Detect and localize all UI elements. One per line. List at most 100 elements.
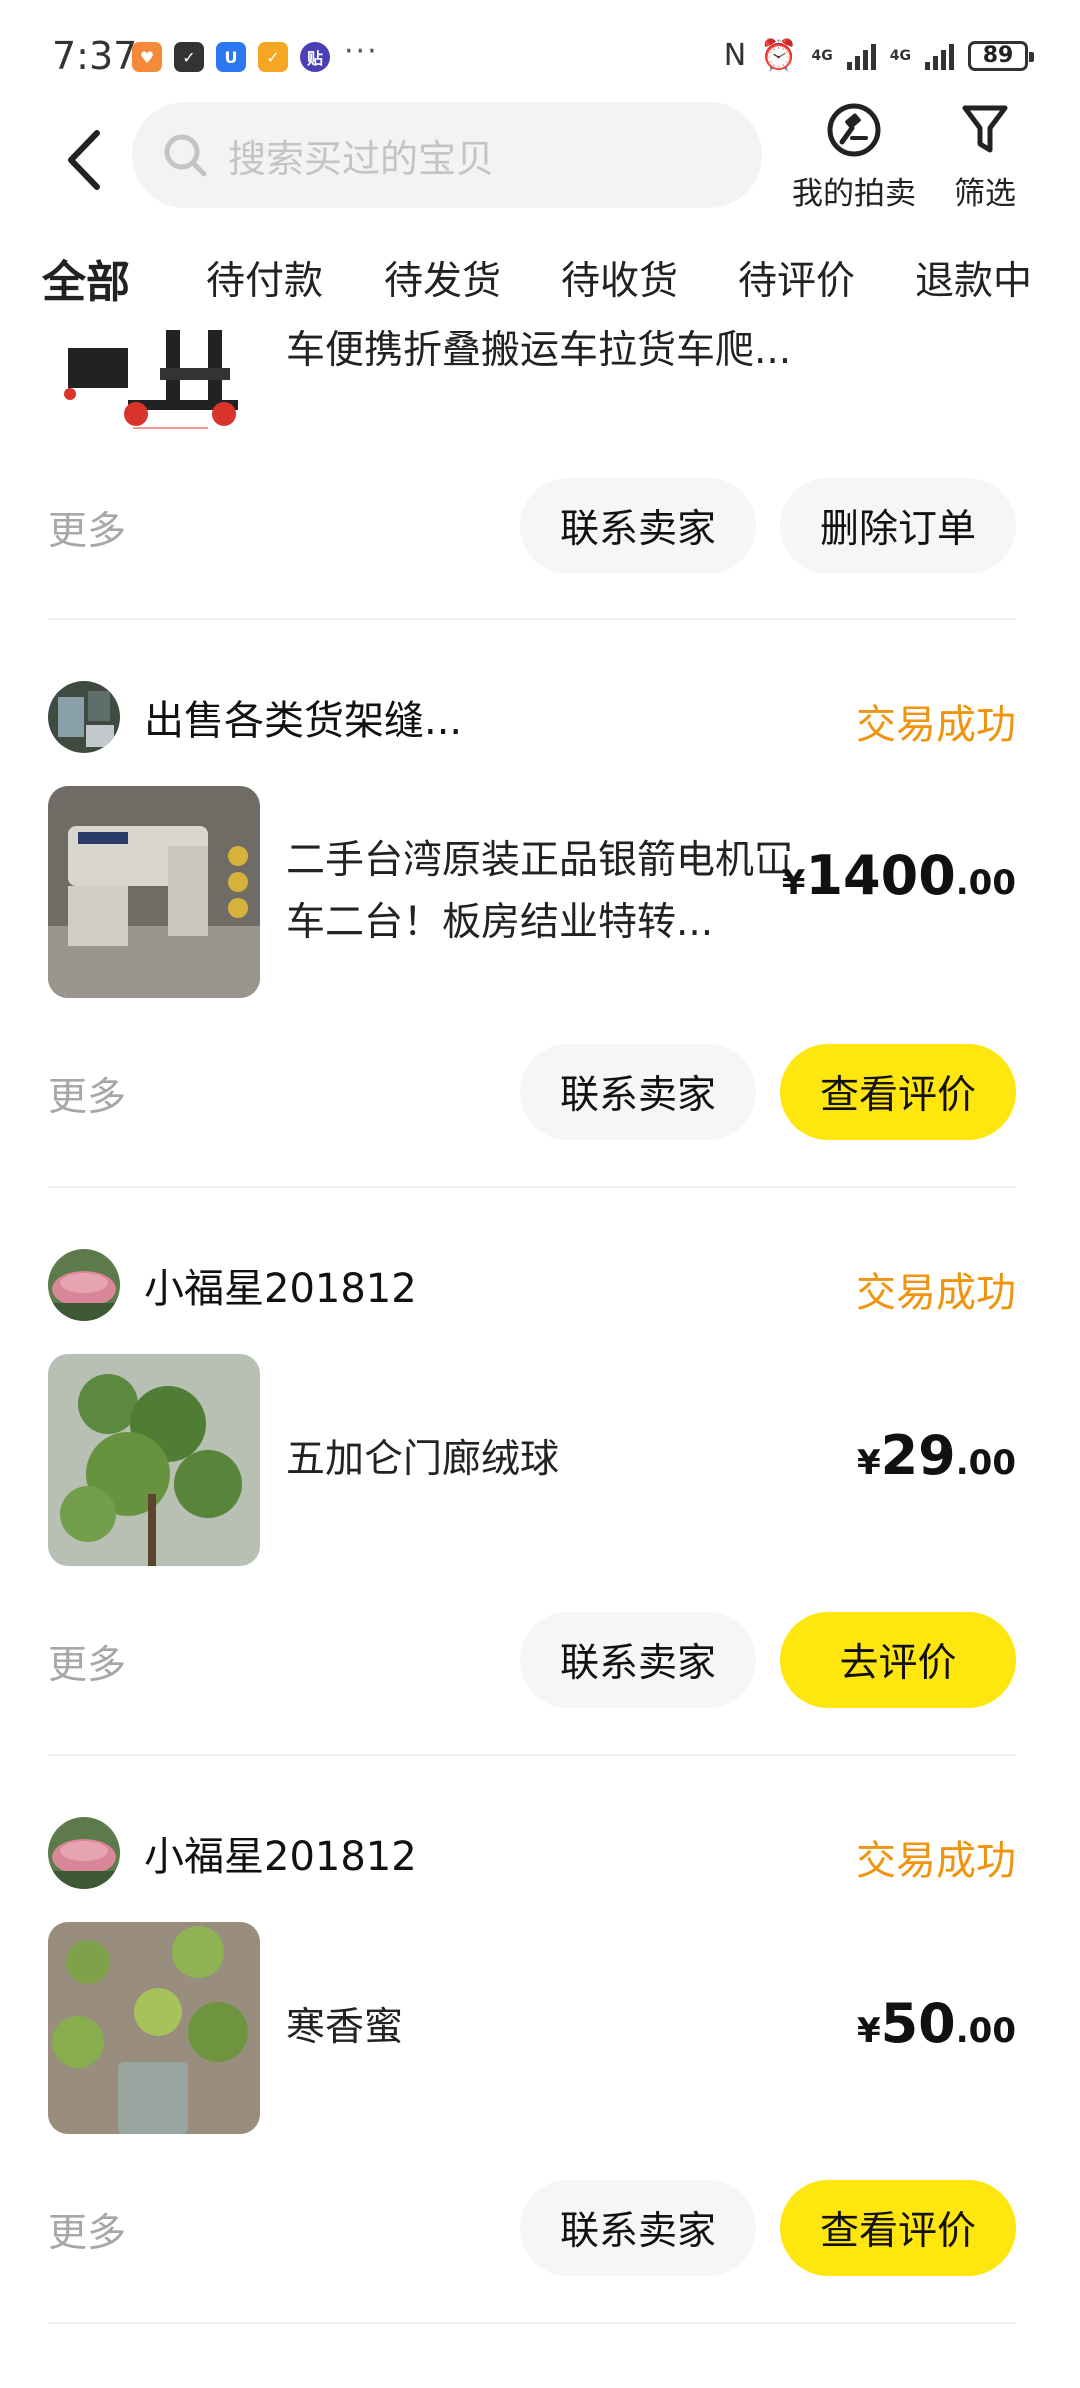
my-auction-label: 我的拍卖 [792,176,916,212]
order-actions: 更多 联系卖家 查看评价 [48,2180,1016,2276]
tab-label: 退款中 [915,259,1033,304]
price-integer: 1400 [805,844,956,907]
product-price: ¥50.00 [857,1992,1016,2055]
filter-icon [962,105,1008,153]
seller-avatar [48,681,120,753]
alarm-icon: ⏰ [760,38,798,73]
back-button[interactable] [48,120,118,200]
battery-icon: 89 [968,40,1034,71]
order-status: 交易成功 [856,1270,1016,1316]
app-notification-icon: ✓ [174,42,204,72]
seller-name: 小福星201812 [144,1834,417,1880]
product-title: 车便携折叠搬运车拉货车爬... [286,330,792,373]
tab-refunding[interactable]: 退款中 [915,250,1032,306]
network-type-label: 4G [889,47,911,64]
tab-pending-review[interactable]: 待评价 [738,250,855,306]
order-actions: 更多 联系卖家 删除订单 [48,478,1016,574]
price-decimal: .00 [955,863,1016,903]
order-status: 交易成功 [856,702,1016,748]
order-card[interactable]: 小福星201812 交易成功 五加仑门廊绒球 ¥29.00 更多 联系卖家 去评… [48,1248,1016,1728]
order-card[interactable]: 小福星201812 交易成功 寒香蜜 ¥50.00 更多 联系卖家 查看评价 [48,1816,1016,2296]
avatar-image [48,681,120,753]
tab-all[interactable]: 全部 [38,246,134,310]
network-type-label: 4G [811,47,833,64]
battery-level: 89 [982,43,1014,68]
price-currency: ¥ [856,1443,881,1483]
seller-row[interactable]: 出售各类货架缝... 交易成功 [48,680,1016,754]
seller-name: 小福星201812 [144,1266,417,1312]
tab-pending-payment[interactable]: 待付款 [206,250,323,306]
status-time: 7:37 [52,34,138,78]
plant-image [48,1354,260,1566]
avatar-image [48,1817,120,1889]
product-thumbnail [48,786,260,998]
product-row[interactable]: 二手台湾原装正品银箭电机冚车二台！板房结业特转... ¥1400.00 [48,786,1016,998]
status-bar: 7:37 ♥ ✓ U ✓ 贴 ··· N ⏰ 4G 4G 89 [0,0,1080,110]
hand-truck-image [48,330,260,430]
product-thumbnail [48,1354,260,1566]
delete-order-button[interactable]: 删除订单 [780,478,1016,574]
tab-pending-receipt[interactable]: 待收货 [561,250,678,306]
seller-row[interactable]: 小福星201812 交易成功 [48,1248,1016,1322]
order-divider [48,2322,1016,2324]
search-icon [164,134,207,177]
more-button[interactable]: 更多 [48,1066,126,1122]
contact-seller-button[interactable]: 联系卖家 [520,478,756,574]
signal-icon [846,42,876,70]
view-review-button[interactable]: 查看评价 [780,2180,1016,2276]
seller-name: 出售各类货架缝... [144,698,463,744]
contact-seller-button[interactable]: 联系卖家 [520,2180,756,2276]
price-currency: ¥ [856,2011,881,2051]
view-review-button[interactable]: 查看评价 [780,1044,1016,1140]
order-tabs: 全部 待付款 待发货 待收货 待评价 退款中 [0,240,1080,320]
order-status: 交易成功 [856,1838,1016,1884]
seller-row[interactable]: 小福星201812 交易成功 [48,1816,1016,1890]
xianyu-app-icon: ✓ [258,42,288,72]
order-card[interactable]: 出售各类货架缝... 交易成功 二手台湾原装正品银箭电机冚车二台！板房结业特转.… [48,680,1016,1160]
order-divider [48,1754,1016,1756]
more-button[interactable]: 更多 [48,2202,126,2258]
tab-label: 全部 [42,257,130,308]
avatar-image [48,1249,120,1321]
product-title: 五加仑门廊绒球 [286,1437,560,1482]
seller-avatar [48,1817,120,1889]
price-integer: 29 [880,1424,956,1487]
search-input[interactable]: 搜索买过的宝贝 [132,102,762,208]
tab-label: 待发货 [384,259,502,304]
write-review-button[interactable]: 去评价 [780,1612,1016,1708]
search-placeholder: 搜索买过的宝贝 [228,136,495,181]
product-price: ¥1400.00 [782,844,1016,907]
filter-button[interactable]: 筛选 [954,102,1016,213]
nfc-icon: N [723,38,747,73]
filter-label: 筛选 [954,176,1016,212]
product-thumbnail [48,330,260,430]
product-title: 二手台湾原装正品银箭电机冚车二台！板房结业特转... [286,838,794,945]
product-row[interactable]: 车便携折叠搬运车拉货车爬... [48,330,1016,430]
tab-pending-shipment[interactable]: 待发货 [384,250,501,306]
tab-label: 待付款 [206,259,324,304]
order-card[interactable]: 车便携折叠搬运车拉货车爬... 更多 联系卖家 删除订单 [48,330,1016,630]
header: 搜索买过的宝贝 我的拍卖 筛选 [0,100,1080,220]
product-thumbnail [48,1922,260,2134]
product-row[interactable]: 五加仑门廊绒球 ¥29.00 [48,1354,1016,1566]
tieba-app-icon: 贴 [300,42,330,72]
price-decimal: .00 [955,1443,1016,1483]
order-divider [48,618,1016,620]
product-title: 寒香蜜 [286,2005,404,2050]
sewing-machine-image [48,786,260,998]
more-button[interactable]: 更多 [48,500,126,556]
my-auction-button[interactable]: 我的拍卖 [792,102,916,213]
tab-label: 待收货 [561,259,679,304]
climbing-plant-image [48,1922,260,2134]
product-row[interactable]: 寒香蜜 ¥50.00 [48,1922,1016,2134]
price-decimal: .00 [955,2011,1016,2051]
order-actions: 更多 联系卖家 查看评价 [48,1044,1016,1140]
contact-seller-button[interactable]: 联系卖家 [520,1612,756,1708]
contact-seller-button[interactable]: 联系卖家 [520,1044,756,1140]
auction-gavel-icon [827,103,881,157]
price-integer: 50 [880,1992,956,2055]
product-price: ¥29.00 [857,1424,1016,1487]
more-button[interactable]: 更多 [48,1634,126,1690]
taobao-app-icon: ♥ [132,42,162,72]
more-notifications-icon: ··· [344,34,379,69]
